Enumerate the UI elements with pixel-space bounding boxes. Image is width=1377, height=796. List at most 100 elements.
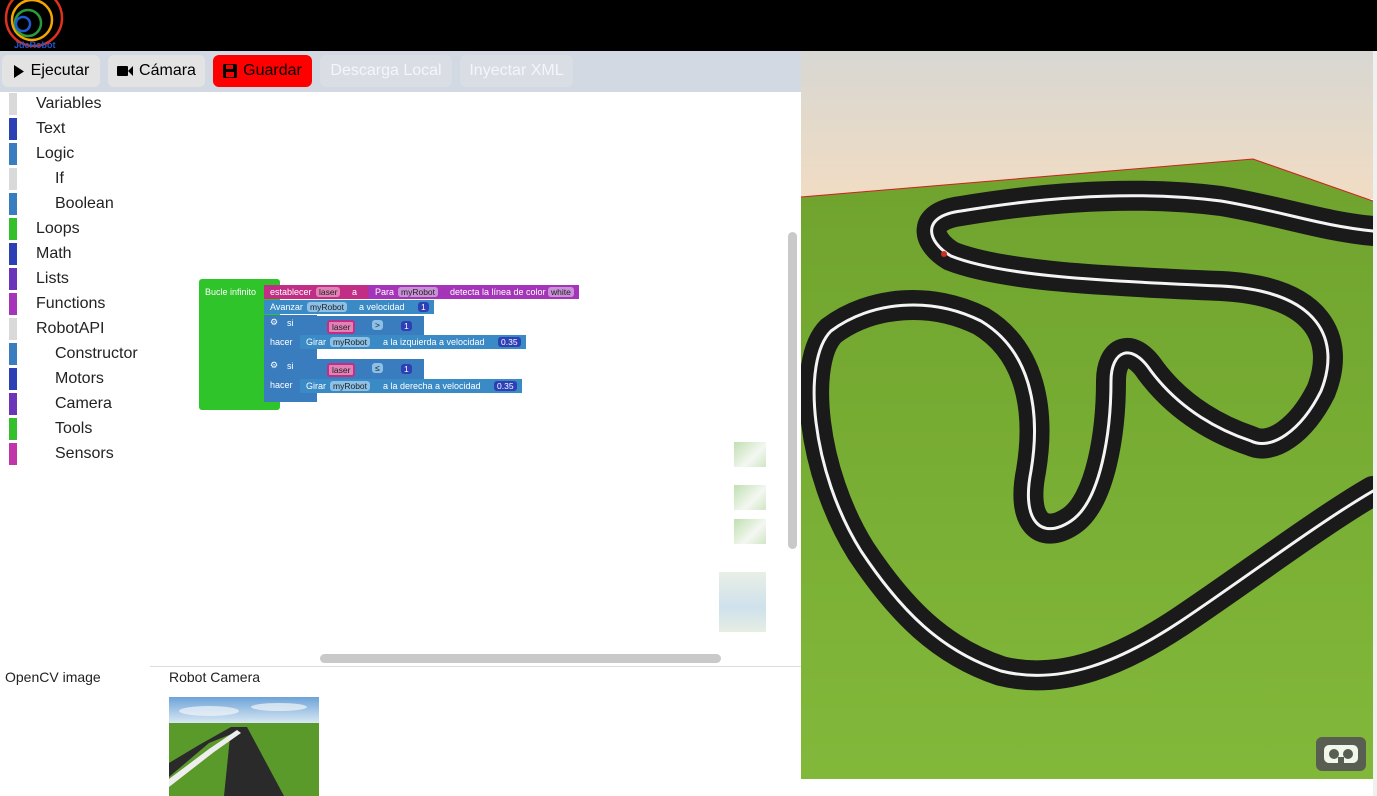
logo-text: JdeRobot [14, 40, 56, 50]
save-button-label: Guardar [243, 62, 302, 79]
operator-dropdown[interactable]: > [372, 320, 383, 330]
turn-speed-value[interactable]: 0.35 [494, 381, 517, 391]
page-scrollbar[interactable] [1373, 51, 1377, 796]
blockly-workspace[interactable]: Bucle infinito establecer laser a Para m… [150, 92, 801, 665]
if-label: si [287, 318, 294, 328]
toolbox-category-boolean[interactable]: Boolean [0, 193, 150, 215]
inject-xml-button-label: Inyectar XML [469, 62, 564, 79]
category-color-swatch [9, 118, 17, 140]
turn-left-block[interactable]: Girar myRobot a la izquierda a velocidad… [300, 335, 526, 349]
toolbar: Ejecutar Cámara Guardar Descarga Local I… [0, 51, 801, 92]
compare-value[interactable]: 1 [401, 321, 412, 331]
robot-dropdown[interactable]: myRobot [307, 302, 348, 312]
advance-label: Avanzar [270, 302, 303, 312]
download-button-label: Descarga Local [330, 62, 442, 79]
gear-icon[interactable]: ⚙ [270, 360, 278, 371]
category-label: Boolean [55, 195, 114, 212]
category-label: Text [36, 120, 66, 137]
category-label: Camera [55, 395, 112, 412]
toolbox-category-variables[interactable]: Variables [0, 93, 150, 115]
forever-loop-label: Bucle infinito [205, 287, 257, 297]
category-label: Sensors [55, 445, 114, 462]
toolbox-category-lists[interactable]: Lists [0, 268, 150, 290]
at-speed-label: a velocidad [359, 302, 405, 312]
set-variable-block[interactable]: establecer laser a [264, 285, 368, 299]
category-label: Constructor [55, 345, 138, 362]
zoom-reset-control[interactable] [734, 519, 766, 544]
category-label: Logic [36, 145, 75, 162]
detect-line-block[interactable]: Para myRobot detecta la línea de color w… [368, 285, 579, 299]
toolbox-category-robotapi[interactable]: RobotAPI [0, 318, 150, 340]
do-label: hacer [270, 337, 293, 347]
turn-label: Girar [306, 337, 326, 347]
divider [150, 666, 801, 667]
toolbox-category-text[interactable]: Text [0, 118, 150, 140]
video-camera-icon [117, 66, 134, 76]
for-label: Para [375, 287, 395, 297]
advance-block[interactable]: Avanzar myRobot a velocidad 1 [264, 300, 434, 314]
category-label: If [55, 170, 64, 187]
category-label: Variables [36, 95, 102, 112]
to-label: a [352, 287, 358, 297]
robot-dropdown[interactable]: myRobot [330, 337, 371, 347]
app-header: JdeRobot [0, 0, 1377, 51]
category-color-swatch [9, 268, 17, 290]
compare-value[interactable]: 1 [401, 364, 412, 374]
camera-button-label: Cámara [139, 62, 196, 79]
save-button[interactable]: Guardar [213, 55, 312, 87]
compare-block[interactable]: laser > 1 [317, 316, 424, 336]
toolbox-category-camera[interactable]: Camera [0, 393, 150, 415]
color-field[interactable]: white [548, 287, 574, 297]
camera-button[interactable]: Cámara [108, 55, 205, 87]
turn-speed-value[interactable]: 0.35 [498, 337, 521, 347]
category-color-swatch [9, 418, 17, 440]
trash-can-icon[interactable] [719, 572, 766, 632]
category-color-swatch [9, 343, 17, 365]
category-color-swatch [9, 93, 17, 115]
toolbox-category-functions[interactable]: Functions [0, 293, 150, 315]
category-label: Functions [36, 295, 106, 312]
category-color-swatch [9, 168, 17, 190]
category-label: Lists [36, 270, 69, 287]
left-speed-label: a la izquierda a velocidad [383, 337, 485, 347]
turn-right-block[interactable]: Girar myRobot a la derecha a velocidad 0… [300, 379, 522, 393]
zoom-out-control[interactable] [734, 485, 766, 510]
run-button-label: Ejecutar [30, 62, 90, 79]
category-color-swatch [9, 393, 17, 415]
var-dropdown[interactable]: laser [327, 320, 356, 334]
toolbox-category-tools[interactable]: Tools [0, 418, 150, 440]
inject-xml-button[interactable]: Inyectar XML [460, 55, 573, 87]
workspace-horizontal-scrollbar[interactable] [320, 654, 721, 663]
category-label: Loops [36, 220, 80, 237]
robot-dropdown[interactable]: myRobot [398, 287, 439, 297]
simulation-3d-view[interactable] [801, 51, 1373, 779]
operator-dropdown[interactable]: ≤ [372, 363, 383, 373]
run-button[interactable]: Ejecutar [2, 55, 100, 87]
detect-label: detecta la línea de color [450, 287, 546, 297]
compare-block[interactable]: laser ≤ 1 [317, 359, 424, 379]
category-color-swatch [9, 143, 17, 165]
category-label: Tools [55, 420, 93, 437]
toolbox-category-sensors[interactable]: Sensors [0, 443, 150, 465]
zoom-in-control[interactable] [734, 442, 766, 467]
toolbox-category-loops[interactable]: Loops [0, 218, 150, 240]
robot-camera-label: Robot Camera [169, 669, 261, 685]
floppy-disk-icon [223, 64, 238, 78]
toolbox-category-if[interactable]: If [0, 168, 150, 190]
download-button[interactable]: Descarga Local [320, 55, 452, 87]
var-dropdown[interactable]: laser [316, 287, 341, 297]
toolbox-category-constructor[interactable]: Constructor [0, 343, 150, 365]
toolbox-category-math[interactable]: Math [0, 243, 150, 265]
workspace-vertical-scrollbar[interactable] [788, 232, 797, 549]
var-dropdown[interactable]: laser [327, 363, 356, 377]
robot-dropdown[interactable]: myRobot [330, 381, 371, 391]
gear-icon[interactable]: ⚙ [270, 317, 278, 328]
category-color-swatch [9, 318, 17, 340]
category-color-swatch [9, 368, 17, 390]
toolbox-category-motors[interactable]: Motors [0, 368, 150, 390]
vr-headset-button[interactable] [1316, 737, 1366, 771]
play-icon [13, 64, 24, 78]
speed-value[interactable]: 1 [418, 302, 429, 312]
toolbox-category-logic[interactable]: Logic [0, 143, 150, 165]
blockly-toolbox: Variables Text Logic If Boolean Loops Math List… [0, 92, 150, 472]
